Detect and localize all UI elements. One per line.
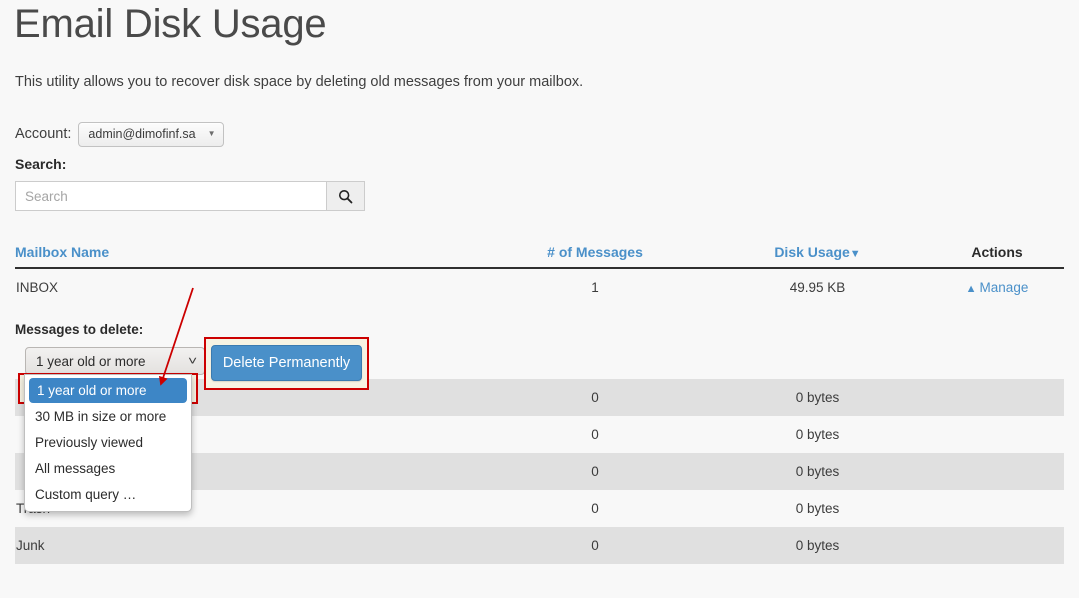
search-group [15,181,365,211]
column-header-mailbox-name[interactable]: Mailbox Name [15,243,485,261]
search-input[interactable] [15,181,326,211]
cell-num-messages: 0 [591,501,599,516]
cell-disk-usage: 0 bytes [795,427,840,442]
table-row: INBOX 1 49.95 KB ▲ Manage [15,269,1064,306]
listbox-option-all-messages[interactable]: All messages [25,455,191,481]
chevron-down-icon: ˅ [187,354,198,368]
messages-to-delete-select-value: 1 year old or more [36,353,146,369]
cell-disk-usage: 0 bytes [795,501,840,516]
cell-disk-usage: 0 bytes [795,390,840,405]
cell-actions: ▲ Manage [930,280,1064,295]
listbox-option-custom-query[interactable]: Custom query … [25,481,191,507]
intro-text: This utility allows you to recover disk … [15,74,584,90]
chevron-up-icon: ▲ [965,283,977,295]
account-label: Account: [15,126,72,142]
search-button[interactable] [326,181,365,211]
column-header-actions: Actions [971,244,1023,260]
cell-num-messages: 0 [591,538,599,553]
column-header-disk-usage-label: Disk Usage [774,244,850,260]
cell-mailbox-name: INBOX [16,280,59,295]
listbox-option-30-mb-in-size-or-more[interactable]: 30 MB in size or more [25,403,191,429]
cell-disk-usage: 0 bytes [795,538,840,553]
cell-disk-usage: 49.95 KB [789,280,846,295]
cell-num-messages: 0 [591,390,599,405]
messages-to-delete-listbox[interactable]: 1 year old or more 30 MB in size or more… [24,374,192,512]
listbox-option-1-year-old-or-more[interactable]: 1 year old or more [29,378,187,403]
cell-disk-usage: 0 bytes [795,464,840,479]
account-select[interactable]: admin@dimofinf.sa ▼ [78,121,224,147]
account-row: Account: admin@dimofinf.sa ▼ [15,121,224,147]
page-title: Email Disk Usage [14,2,327,46]
delete-permanently-button[interactable]: Delete Permanently [211,345,362,381]
messages-to-delete-label: Messages to delete: [15,322,144,337]
table-header-row: Mailbox Name # of Messages Disk Usage▼ A… [15,243,1064,269]
column-header-disk-usage[interactable]: Disk Usage▼ [705,243,930,263]
account-select-value: admin@dimofinf.sa [88,127,196,141]
manage-link-label: Manage [979,280,1029,295]
column-header-num-messages[interactable]: # of Messages [485,243,705,261]
search-label: Search: [15,156,67,172]
cell-num-messages: 0 [591,464,599,479]
caret-down-icon: ▼ [207,129,216,138]
table-row: Junk 0 0 bytes [15,527,1064,564]
cell-num-messages: 1 [591,280,599,295]
messages-to-delete-select[interactable]: 1 year old or more ˅ [25,347,205,375]
search-icon [338,189,353,203]
cell-num-messages: 0 [591,427,599,442]
manage-link[interactable]: ▲ Manage [966,280,1029,295]
cell-mailbox-name: Junk [16,538,45,553]
sort-descending-icon: ▼ [849,248,861,260]
listbox-option-previously-viewed[interactable]: Previously viewed [25,429,191,455]
